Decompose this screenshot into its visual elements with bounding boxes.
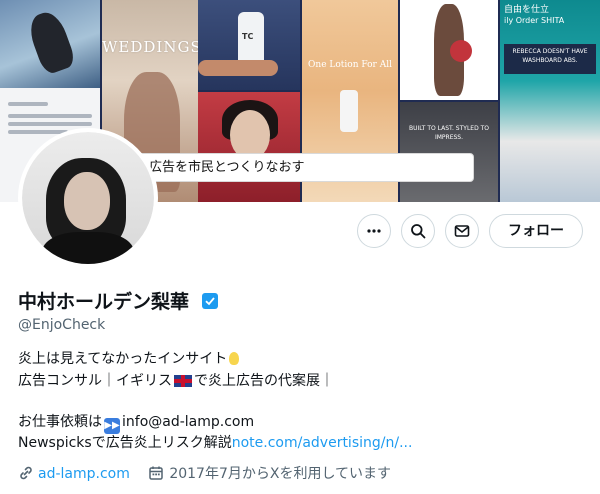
banner-top-right-sub: ily Order SHITA — [504, 16, 565, 25]
bio-text: お仕事依頼は — [18, 414, 102, 430]
weddings-text: WEDDINGS — [102, 38, 198, 56]
display-name: 中村ホールデン梨華 — [18, 291, 190, 313]
bio-line-4: Newspicksで広告炎上リスク解説note.com/advertising/… — [18, 432, 412, 452]
bio-line-2: 広告コンサル｜イギリス で炎上広告の代案展｜ — [18, 370, 334, 390]
uk-flag-icon — [174, 375, 192, 387]
website-link[interactable]: ad-lamp.com — [38, 466, 130, 482]
calendar-icon — [149, 466, 164, 480]
bio-text: で炎上広告の代案展｜ — [194, 373, 334, 389]
mail-icon — [454, 225, 470, 237]
profile-meta: ad-lamp.com 2017年7月からXを利用しています — [18, 463, 391, 483]
search-button[interactable] — [401, 214, 435, 248]
banner-top-right-text: 自由を仕立 — [504, 5, 550, 15]
built-text: BUILT TO LAST. STYLED TO IMPRESS. — [408, 125, 489, 141]
banner-tile-lotion-hand: TC — [198, 0, 300, 90]
more-button[interactable] — [357, 214, 391, 248]
banner-tile-built: BUILT TO LAST. STYLED TO IMPRESS. — [400, 102, 498, 202]
bio-line-1: 炎上は見えてなかったインサイト — [18, 348, 240, 368]
lightbulb-icon — [229, 352, 240, 365]
bottle-label: TC — [242, 32, 254, 41]
message-button[interactable] — [445, 214, 479, 248]
bio-text: 広告コンサル｜イギリス — [18, 373, 172, 389]
verified-badge-icon[interactable] — [202, 293, 218, 309]
bio-text: 炎上は見えてなかったインサイト — [18, 351, 228, 367]
banner-tile-portrait — [198, 92, 300, 202]
bio-text: Newspicksで広告炎上リスク解説 — [18, 435, 232, 451]
banner-tile-bride — [400, 0, 498, 100]
more-horizontal-icon — [367, 229, 381, 233]
bio-line-3: お仕事依頼は ▶▶ info@ad-lamp.com — [18, 411, 254, 434]
follow-button[interactable]: フォロー — [489, 214, 583, 248]
bio-link[interactable]: note.com/advertising/n/... — [232, 435, 413, 451]
link-icon — [20, 466, 32, 480]
joined-date: 2017年7月からXを利用しています — [169, 466, 392, 482]
washboard-text: REBECCA DOESN'T HAVE WASHBOARD ABS. — [504, 44, 596, 74]
bio-email: info@ad-lamp.com — [122, 414, 255, 430]
banner-caption: 広告を市民とつくりなおす — [134, 153, 474, 182]
lotion-text: One Lotion For All — [308, 60, 392, 70]
avatar[interactable] — [18, 128, 158, 268]
handle: @EnjoCheck — [18, 317, 106, 333]
banner-tile-ad: 自由を仕立 ily Order SHITA REBECCA DOESN'T HA… — [500, 0, 600, 202]
search-icon — [411, 224, 426, 239]
banner-tile-surfer — [0, 0, 100, 88]
